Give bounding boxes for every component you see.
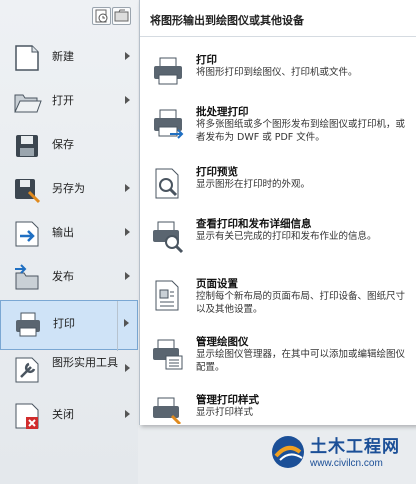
watermark-title: 土木工程网 — [310, 437, 400, 457]
submenu-arrow-icon — [124, 319, 129, 327]
menu-item-save[interactable]: 保存 — [0, 122, 138, 172]
submenu-item-description: 控制每个新布局的页面布局、打印设备、图纸尺寸以及其他设置。 — [196, 291, 406, 315]
submenu-item-title: 查看打印和发布详细信息 — [196, 218, 312, 230]
close-document-icon — [12, 401, 42, 431]
submenu-item-plot-details[interactable]: 查看打印和发布详细信息 显示有关已完成的打印和发布作业的信息。 — [140, 216, 416, 276]
menu-item-label: 输出 — [52, 226, 74, 239]
submenu-item-batch-plot[interactable]: 批处理打印 将多张图纸或多个图形发布到绘图仪或打印机，或者发布为 DWF 或 P… — [140, 104, 416, 164]
submenu-item-description: 显示图形在打印时的外观。 — [196, 179, 311, 190]
printer-icon — [150, 54, 186, 90]
submenu-item-title: 页面设置 — [196, 278, 238, 290]
menu-item-label: 关闭 — [52, 408, 74, 421]
panel-title: 将图形输出到绘图仪或其他设备 — [150, 14, 304, 27]
submenu-item-page-setup[interactable]: 页面设置 控制每个新布局的页面布局、打印设备、图纸尺寸以及其他设置。 — [140, 276, 416, 336]
menu-item-label: 保存 — [52, 138, 74, 151]
page-setup-icon — [150, 278, 186, 314]
drawing-utilities-icon — [12, 355, 42, 385]
plot-style-icon — [150, 394, 186, 424]
recent-documents-icon[interactable] — [92, 7, 111, 25]
submenu-arrow-icon — [125, 96, 130, 104]
menu-toolbar — [0, 0, 138, 32]
open-folder-icon — [12, 87, 42, 117]
menu-item-new[interactable]: 新建 — [0, 34, 138, 84]
menu-item-label: 另存为 — [52, 182, 85, 195]
print-submenu-panel: 将图形输出到绘图仪或其他设备 打印 将图形打印到绘图仪、打印机或文件。 批处理打… — [139, 0, 416, 425]
menu-item-open[interactable]: 打开 — [0, 78, 138, 128]
submenu-item-title: 管理绘图仪 — [196, 336, 249, 348]
submenu-arrow-icon — [125, 272, 130, 280]
submenu-item-description: 将图形打印到绘图仪、打印机或文件。 — [196, 67, 358, 78]
submenu-item-plotter-manager[interactable]: 管理绘图仪 显示绘图仪管理器，在其中可以添加或编辑绘图仪配置。 — [140, 334, 416, 394]
menu-item-divider — [117, 301, 118, 351]
new-document-icon — [12, 43, 42, 73]
submenu-arrow-icon — [125, 52, 130, 60]
submenu-item-title: 管理打印样式 — [196, 394, 259, 406]
menu-item-export[interactable]: 输出 — [0, 210, 138, 260]
submenu-item-plot[interactable]: 打印 将图形打印到绘图仪、打印机或文件。 — [140, 52, 416, 112]
open-documents-icon[interactable] — [112, 7, 131, 25]
panel-header: 将图形输出到绘图仪或其他设备 — [140, 0, 416, 37]
submenu-arrow-icon — [125, 364, 130, 372]
menu-item-label: 图形实用工具 — [52, 356, 118, 369]
menu-item-label: 发布 — [52, 270, 74, 283]
export-icon — [12, 219, 42, 249]
menu-item-close[interactable]: 关闭 — [0, 392, 138, 442]
submenu-item-description: 显示有关已完成的打印和发布作业的信息。 — [196, 231, 377, 242]
plotter-manager-icon — [150, 336, 186, 372]
submenu-item-title: 批处理打印 — [196, 106, 249, 118]
menu-item-label: 打印 — [53, 317, 75, 330]
submenu-item-title: 打印预览 — [196, 166, 238, 178]
menu-item-label: 打开 — [52, 94, 74, 107]
submenu-item-plot-preview[interactable]: 打印预览 显示图形在打印时的外观。 — [140, 164, 416, 224]
submenu-arrow-icon — [125, 228, 130, 236]
plot-details-icon — [150, 218, 186, 254]
submenu-arrow-icon — [125, 184, 130, 192]
submenu-item-description: 将多张图纸或多个图形发布到绘图仪或打印机，或者发布为 DWF 或 PDF 文件。 — [196, 119, 406, 143]
site-watermark: 土木工程网 www.civilcn.com — [266, 428, 416, 484]
submenu-arrow-icon — [125, 410, 130, 418]
submenu-item-description: 显示绘图仪管理器，在其中可以添加或编辑绘图仪配置。 — [196, 349, 406, 373]
menu-item-drawing-utilities[interactable]: 图形实用工具 — [0, 346, 138, 396]
watermark-logo — [270, 434, 306, 470]
printer-icon — [13, 310, 43, 340]
menu-item-label: 新建 — [52, 50, 74, 63]
application-menu: 新建 打开 保存 另存为 输出 发布 打印 图形实用工具 关闭 — [0, 0, 138, 484]
submenu-item-title: 打印 — [196, 54, 217, 66]
submenu-item-plot-style-manager[interactable]: 管理打印样式 显示打印样式 — [140, 392, 416, 424]
plot-preview-icon — [150, 166, 186, 202]
menu-item-save-as[interactable]: 另存为 — [0, 166, 138, 216]
submenu-item-description: 显示打印样式 — [196, 407, 254, 418]
menu-item-publish[interactable]: 发布 — [0, 254, 138, 304]
save-disk-icon — [12, 131, 42, 161]
publish-icon — [12, 263, 42, 293]
watermark-url: www.civilcn.com — [310, 458, 383, 469]
batch-plot-icon — [150, 106, 186, 142]
menu-item-print[interactable]: 打印 — [0, 300, 138, 351]
save-as-icon — [12, 175, 42, 205]
